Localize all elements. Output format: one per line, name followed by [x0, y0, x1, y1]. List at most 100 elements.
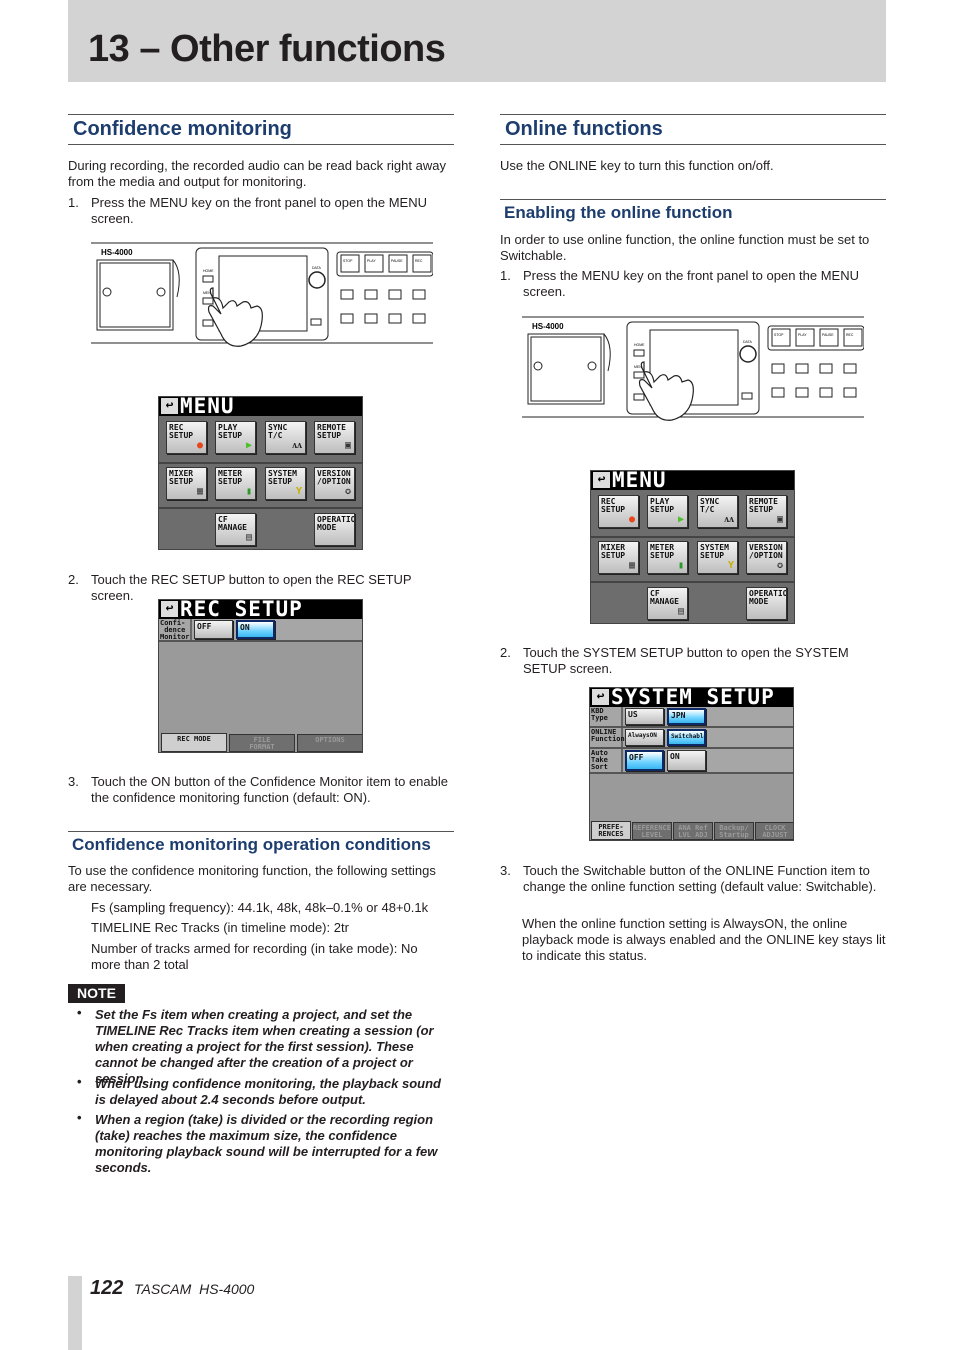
subsection-title: Confidence monitoring operation conditio… — [72, 835, 431, 854]
return-arrow-icon[interactable]: ↩ — [161, 398, 178, 414]
divider — [591, 536, 794, 538]
data-dial-label: DATA — [312, 266, 321, 270]
tab-prefe-rences[interactable]: PREFE- RENCES — [591, 821, 631, 840]
chapter-title: 13 – Other functions — [88, 28, 446, 70]
menu-button-mixer-setup[interactable]: MIXER SETUP ▦ — [166, 467, 207, 500]
menu-button-meter-setup[interactable]: METER SETUP ▮ — [647, 541, 688, 574]
note-item: • When a region (take) is divided or the … — [77, 1110, 438, 1175]
pointing-hand-icon — [638, 361, 694, 421]
pointing-hand-icon — [207, 287, 263, 347]
menu-button-operation-mode[interactable]: OPERATION MODE — [746, 587, 787, 620]
intro-paragraph: During recording, the recorded audio can… — [68, 158, 446, 189]
screen-title: REC SETUP — [180, 599, 303, 621]
row-label: Confi- dence Monitor — [159, 619, 192, 641]
option-switchable-button[interactable]: Switchable — [667, 729, 706, 746]
title-bar: ↩ REC SETUP — [159, 599, 362, 621]
menu-button-cf-manage[interactable]: CF MANAGE ▤ — [215, 513, 256, 546]
button-icon: ▦ — [196, 486, 203, 497]
button-label: SYSTEM SETUP — [700, 543, 729, 560]
tab-ana-ref-lvl-adj[interactable]: ANA Ref LVL ADJ — [673, 822, 713, 840]
footer-brand: TASCAM HS-4000 — [134, 1281, 255, 1297]
subsection-heading: Enabling the online function — [500, 199, 886, 223]
button-label: REMOTE SETUP — [749, 497, 778, 514]
button-icon: ▮ — [677, 560, 684, 571]
menu-button-meter-setup[interactable]: METER SETUP ▮ — [215, 467, 256, 500]
option-jpn-button[interactable]: JPN — [667, 708, 706, 725]
return-arrow-icon[interactable]: ↩ — [161, 601, 178, 617]
tab-reference-level[interactable]: REFERENCE LEVEL — [632, 822, 672, 840]
menu-button-sync-t-c[interactable]: SYNC T/C ᴧᴧ — [265, 421, 306, 454]
section-heading: Online functions — [500, 114, 886, 145]
option-on-button[interactable]: ON — [236, 620, 275, 639]
menu-button-rec-setup[interactable]: REC SETUP ● — [598, 495, 639, 528]
device-svg: HS-4000 HOME MENU DATA STOP PLAY PAUSE REC — [91, 242, 434, 347]
device-svg: HS-4000 HOME MENU DATA STOP PLAY PAUSE REC — [522, 316, 865, 421]
page-number: 122 — [90, 1277, 124, 1299]
setting-row: KBD Type US JPN — [590, 707, 793, 728]
option-off-button[interactable]: OFF — [194, 620, 233, 639]
return-arrow-icon[interactable]: ↩ — [592, 689, 609, 705]
button-icon: ✪ — [776, 560, 783, 571]
tab-backup-startup[interactable]: Backup/ Startup — [714, 822, 754, 840]
menu-button-rec-setup[interactable]: REC SETUP ● — [166, 421, 207, 454]
menu-button-mixer-setup[interactable]: MIXER SETUP ▦ — [598, 541, 639, 574]
row-label: ONLINE Function — [590, 728, 625, 747]
button-icon: ● — [628, 514, 635, 525]
menu-screen: ↩ MENU REC SETUP ● PLAY SETUP ▶ SYNC T/C ᴧᴧ REMO… — [590, 470, 795, 624]
home-key-label: HOME — [203, 269, 214, 273]
tab-rec-mode[interactable]: REC MODE — [161, 733, 227, 752]
device-model-label: HS-4000 — [532, 322, 564, 331]
section-title: Confidence monitoring — [73, 118, 292, 140]
tab-clock-adjust[interactable]: CLOCK ADJUST — [755, 822, 793, 840]
menu-button-play-setup[interactable]: PLAY SETUP ▶ — [215, 421, 256, 454]
menu-button-play-setup[interactable]: PLAY SETUP ▶ — [647, 495, 688, 528]
menu-button-version-option[interactable]: VERSION /OPTION ✪ — [746, 541, 787, 574]
divider — [591, 581, 794, 583]
transport-key-label: REC — [415, 259, 423, 263]
menu-button-operation-mode[interactable]: OPERATION MODE — [314, 513, 355, 546]
title-bar: ↩ SYSTEM SETUP — [590, 688, 793, 709]
button-label: METER SETUP — [650, 543, 675, 560]
button-label: MIXER SETUP — [169, 469, 194, 486]
button-icon: Y — [295, 486, 302, 497]
condition-item: TIMELINE Rec Tracks (in timeline mode): … — [91, 920, 349, 935]
button-label: REMOTE SETUP — [317, 423, 346, 440]
device-front-panel-illustration: HS-4000 HOME MENU DATA STOP PLAY PAUSE REC — [522, 316, 865, 441]
step-1: 1. Press the MENU key on the front panel … — [500, 268, 860, 299]
button-icon: Y — [727, 560, 734, 571]
menu-button-remote-setup[interactable]: REMOTE SETUP ▣ — [314, 421, 355, 454]
title-bar: ↩ MENU — [591, 471, 794, 492]
rec-setup-screen: ↩ REC SETUP Confi- dence Monitor OFF ON REC M… — [158, 599, 363, 753]
device-front-panel-illustration: HS-4000 HOME MENU DATA STOP PLAY PAUSE REC — [91, 242, 434, 367]
menu-button-cf-manage[interactable]: CF MANAGE ▤ — [647, 587, 688, 620]
section-heading: Confidence monitoring — [68, 114, 454, 145]
tab-options[interactable]: OPTIONS — [297, 734, 362, 752]
button-label: CF MANAGE — [218, 515, 247, 532]
menu-button-system-setup[interactable]: SYSTEM SETUP Y — [697, 541, 738, 574]
menu-button-remote-setup[interactable]: REMOTE SETUP ▣ — [746, 495, 787, 528]
button-label: REC SETUP — [169, 423, 194, 440]
transport-key-label: STOP — [343, 259, 353, 263]
return-arrow-icon[interactable]: ↩ — [593, 472, 610, 488]
option-alwayson-button[interactable]: AlwaysON — [625, 729, 664, 746]
option-on-button[interactable]: ON — [667, 750, 706, 771]
note-badge: NOTE — [68, 984, 125, 1003]
subsection-title: Enabling the online function — [504, 203, 733, 222]
row-label: KBD Type — [590, 707, 623, 726]
divider — [159, 462, 362, 464]
note-item: • When using confidence monitoring, the p… — [77, 1074, 441, 1107]
screen-title: MENU — [180, 396, 235, 418]
option-us-button[interactable]: US — [625, 708, 664, 725]
button-icon: ᴧᴧ — [292, 440, 302, 451]
button-icon: ▣ — [344, 440, 351, 451]
confidence-monitor-row: Confi- dence Monitor OFF ON — [159, 619, 362, 642]
step-3: 3. Touch the Switchable button of the ONL… — [500, 863, 877, 894]
tab-file-format[interactable]: FILE FORMAT — [229, 734, 295, 752]
option-off-button[interactable]: OFF — [625, 750, 664, 771]
menu-button-version-option[interactable]: VERSION /OPTION ✪ — [314, 467, 355, 500]
divider — [159, 507, 362, 509]
transport-key-label: PAUSE — [391, 259, 403, 263]
menu-button-sync-t-c[interactable]: SYNC T/C ᴧᴧ — [697, 495, 738, 528]
step-1: 1. Press the MENU key on the front panel … — [68, 195, 428, 226]
menu-button-system-setup[interactable]: SYSTEM SETUP Y — [265, 467, 306, 500]
